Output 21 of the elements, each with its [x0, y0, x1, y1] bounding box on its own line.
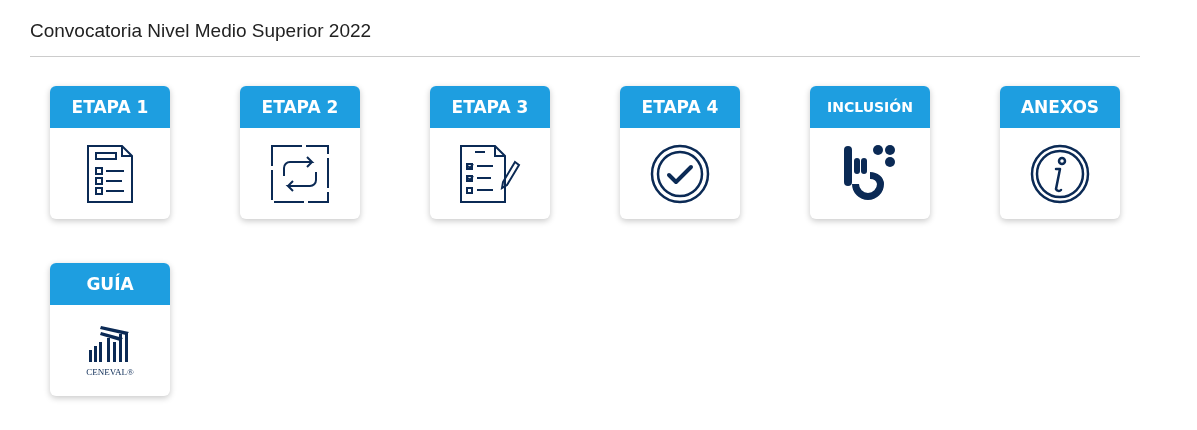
card-header: INCLUSIÓN: [810, 86, 930, 128]
card-header: ETAPA 3: [430, 86, 550, 128]
page-title: Convocatoria Nivel Medio Superior 2022: [30, 20, 373, 43]
arrows-icon: [270, 143, 330, 204]
card-header: GUÍA: [50, 263, 170, 305]
info-icon: [1030, 143, 1090, 204]
card-header: ETAPA 4: [620, 86, 740, 128]
card-header: ETAPA 2: [240, 86, 360, 128]
section-card[interactable]: ETAPA 3: [430, 86, 550, 219]
card-header: ETAPA 1: [50, 86, 170, 128]
section-card[interactable]: ETAPA 1: [50, 86, 170, 219]
section-card[interactable]: INCLUSIÓN: [810, 86, 930, 219]
form-icon: [86, 143, 134, 204]
checklist-icon: [459, 143, 521, 204]
section-card[interactable]: ETAPA 2: [240, 86, 360, 219]
section-card[interactable]: ETAPA 4: [620, 86, 740, 219]
section-card[interactable]: GUÍA CENEVAL®: [50, 263, 170, 396]
check-circle-icon: [650, 143, 710, 204]
logo-text: CENEVAL®: [86, 367, 134, 377]
card-header: ANEXOS: [1000, 86, 1120, 128]
section-card[interactable]: ANEXOS: [1000, 86, 1120, 219]
